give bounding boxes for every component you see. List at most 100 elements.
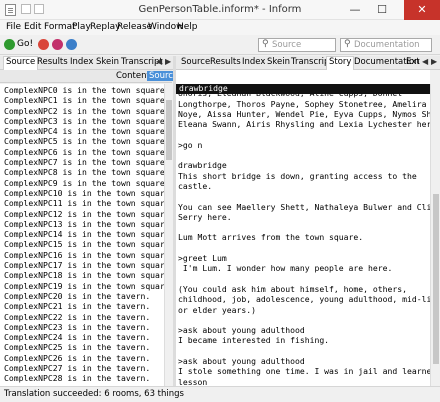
source-line: ComplexNPC15 is in the town square.: [4, 239, 164, 250]
source-line: ComplexNPC24 is in the tavern.: [4, 332, 151, 343]
source-line: ComplexNPC25 is in the tavern.: [4, 342, 151, 353]
source-line: ComplexNPC12 is in the town square.: [4, 208, 164, 219]
tab-index-right[interactable]: Index: [240, 57, 267, 67]
menu-play[interactable]: Play: [72, 22, 91, 32]
story-line: Eleana Swann, Airis Rhysling and Lexia L…: [178, 119, 430, 130]
source-line: ComplexNPC6 is in the town square.: [4, 146, 164, 157]
documentation-search-input[interactable]: ⚲ Documentation: [340, 38, 432, 52]
story-top-margin: [176, 70, 430, 84]
story-line: I'm Lum. I wonder how many people are he…: [178, 263, 393, 274]
source-line: ComplexNPC4 is in the town square.: [4, 126, 164, 137]
source-line: ComplexNPC13 is in the town square.: [4, 218, 164, 229]
story-line: [178, 274, 430, 284]
maximize-button[interactable]: ☐: [369, 0, 395, 20]
source-line: ComplexNPC27 is in the tavern.: [4, 363, 151, 374]
tab-results-left[interactable]: Results: [35, 57, 70, 67]
replay-button[interactable]: [66, 39, 77, 50]
story-line: childhood, job, adolescence, young adult…: [178, 294, 430, 305]
story-line: [178, 150, 430, 160]
source-line: ComplexNPC0 is in the town square.: [4, 85, 164, 95]
source-line: ComplexNPC19 is in the town square.: [4, 280, 164, 291]
story-line: or elder years.): [178, 304, 256, 315]
story-line: [178, 222, 430, 232]
source-line: ComplexNPC20 is in the tavern.: [4, 290, 151, 301]
tab-scroll-right-icon[interactable]: ▶: [165, 57, 171, 66]
menu-bar: File Edit Format Play Replay Release Win…: [0, 20, 440, 35]
source-subbar: Contents Source: [0, 70, 181, 83]
source-line: ComplexNPC28 is in the tavern.: [4, 373, 151, 384]
source-text: ComplexNPC0 is in the town square. Comple…: [4, 85, 164, 386]
story-line: >go n: [178, 139, 203, 150]
tab-source-left[interactable]: Source: [3, 56, 39, 70]
story-line: castle.: [178, 180, 213, 191]
story-line: Serry here.: [178, 211, 232, 222]
story-line: (You could ask him about himself, home, …: [178, 283, 408, 294]
title-bar: GenPersonTable.inform* - Inform — ☐ ✕: [0, 0, 440, 20]
source-line: ComplexNPC14 is in the town square.: [4, 229, 164, 240]
source-line: ComplexNPC8 is in the town square.: [4, 167, 164, 178]
source-line: ComplexNPC16 is in the town square.: [4, 249, 164, 260]
source-line: ComplexNPC2 is in the town square.: [4, 105, 164, 116]
story-line: Noye, Aissa Hunter, Wendel Pie, Eyva Cup…: [178, 108, 430, 119]
menu-help[interactable]: Help: [177, 22, 198, 32]
menu-release[interactable]: Release: [117, 22, 152, 32]
source-search-input[interactable]: ⚲ Source: [258, 38, 336, 52]
status-line-location: drawbridge: [179, 84, 228, 93]
source-line: ComplexNPC22 is in the tavern.: [4, 311, 151, 322]
tab-scroll-left-icon[interactable]: ◀: [422, 57, 428, 66]
stop-button[interactable]: [38, 39, 49, 50]
tab-skein-left[interactable]: Skein: [94, 57, 121, 67]
tab-scroll-left-icon[interactable]: ◀: [156, 57, 162, 66]
story-line: This short bridge is down, granting acce…: [178, 170, 417, 181]
documentation-search-placeholder: Documentation: [354, 40, 420, 50]
source-line: ComplexNPC5 is in the town square.: [4, 136, 164, 147]
story-transcript: Mayn Copy, Elayna Wayland, Nalla Wagstaf…: [178, 84, 430, 386]
tab-story-right[interactable]: Story: [326, 56, 355, 70]
story-line: I became interested in fishing.: [178, 335, 330, 346]
story-output[interactable]: Mayn Copy, Elayna Wayland, Nalla Wagstaf…: [176, 84, 430, 386]
tab-index-left[interactable]: Index: [68, 57, 95, 67]
story-line: drawbridge: [178, 160, 227, 171]
close-button[interactable]: ✕: [404, 0, 440, 20]
right-tab-bar: Source Results Index Skein Transcript St…: [176, 56, 440, 70]
menu-format[interactable]: Format: [44, 22, 76, 32]
story-line: You can see Maellery Shett, Nathaleya Bu…: [178, 201, 430, 212]
source-line: ComplexNPC21 is in the tavern.: [4, 301, 151, 312]
source-line: ComplexNPC7 is in the town square.: [4, 157, 164, 168]
story-line: [178, 129, 430, 139]
left-tab-bar: Source Results Index Skein Transcript ◀ …: [0, 56, 173, 70]
story-line: >greet Lum: [178, 253, 227, 264]
story-line: >ask about young adulthood: [178, 325, 305, 336]
story-line: >ask about young adulthood: [178, 356, 305, 367]
tab-extensions-right[interactable]: Ext: [404, 57, 422, 67]
story-line: [178, 315, 430, 325]
story-line: lesson: [178, 376, 208, 386]
toolbar: Go! ⚲ Source ⚲ Documentation: [0, 35, 440, 55]
menu-file[interactable]: File: [6, 22, 21, 32]
scrollbar-thumb[interactable]: [166, 100, 172, 160]
source-scrollbar[interactable]: [164, 84, 173, 386]
status-bar: Translation succeeded: 6 rooms, 63 thing…: [0, 386, 440, 402]
search-icon: ⚲: [262, 39, 269, 49]
source-line: ComplexNPC23 is in the tavern.: [4, 321, 151, 332]
tab-results-right[interactable]: Results: [208, 57, 243, 67]
menu-edit[interactable]: Edit: [24, 22, 41, 32]
scrollbar-thumb[interactable]: [433, 194, 439, 364]
story-line: I stole something one time. I was in jai…: [178, 366, 430, 377]
source-editor[interactable]: ComplexNPC0 is in the town square. Comple…: [0, 84, 164, 386]
story-line: Lum Mott arrives from the town square.: [178, 232, 364, 243]
source-line: ComplexNPC17 is in the town square.: [4, 260, 164, 271]
story-scrollbar[interactable]: [430, 84, 440, 386]
story-line: [178, 243, 430, 253]
menu-replay[interactable]: Replay: [90, 22, 120, 32]
go-label: Go!: [17, 39, 34, 49]
source-line: ComplexNPC1 is in the town square.: [4, 95, 164, 106]
minimize-button[interactable]: —: [342, 0, 368, 20]
source-line: ComplexNPC9 is in the town square.: [4, 177, 164, 188]
source-line: ComplexNPC26 is in the tavern.: [4, 352, 151, 363]
tab-skein-right[interactable]: Skein: [265, 57, 292, 67]
tab-scroll-right-icon[interactable]: ▶: [431, 57, 437, 66]
record-button[interactable]: [52, 39, 63, 50]
source-line: ComplexNPC11 is in the town square.: [4, 198, 164, 209]
story-line: [178, 346, 430, 356]
